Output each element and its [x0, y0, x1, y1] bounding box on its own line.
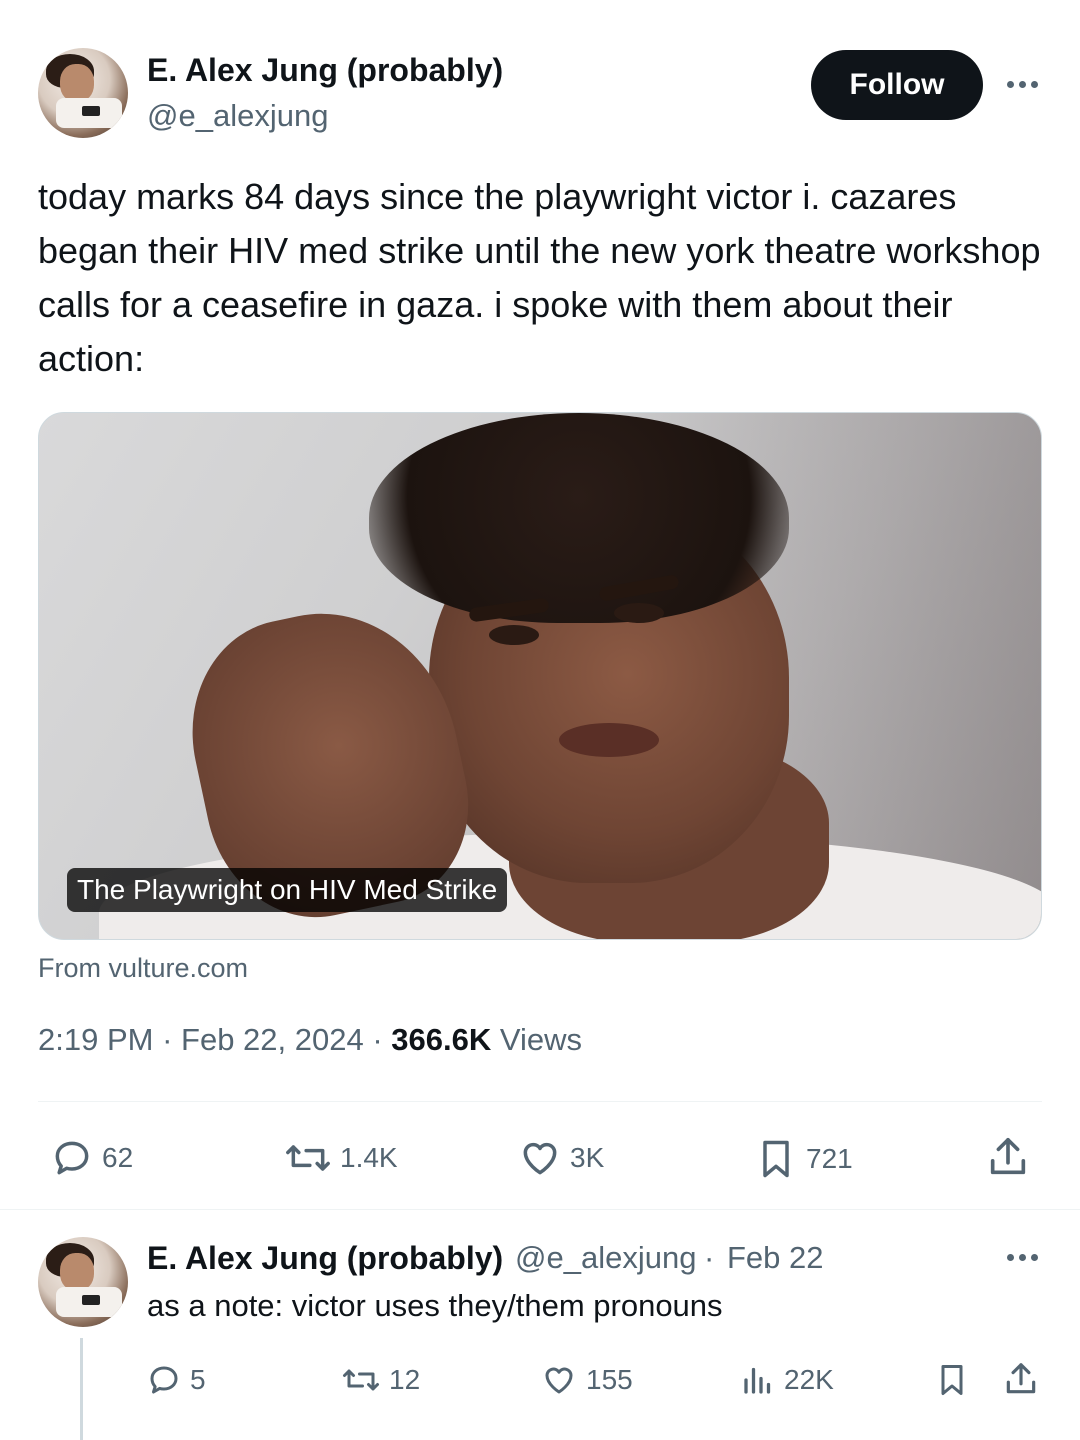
reply-author-handle[interactable]: @e_alexjung: [515, 1240, 696, 1276]
reply-icon: [150, 1366, 178, 1394]
repost-button[interactable]: 12: [341, 1362, 420, 1398]
repost-count: 1.4K: [340, 1142, 398, 1173]
repost-count: 12: [389, 1364, 421, 1395]
link-source[interactable]: From vulture.com: [38, 953, 248, 984]
reply-date[interactable]: Feb 22: [727, 1240, 824, 1276]
like-button[interactable]: 3K: [518, 1136, 604, 1180]
share-icon: [990, 1137, 1026, 1175]
share-button[interactable]: [985, 1134, 1031, 1185]
share-button[interactable]: [1002, 1360, 1040, 1403]
tweet-time[interactable]: 2:19 PM: [38, 1022, 153, 1057]
views-count: 366.6K: [391, 1022, 492, 1057]
tweet-meta: 2:19 PM · Feb 22, 2024 · 366.6K Views: [38, 1022, 583, 1057]
like-button[interactable]: 155: [540, 1362, 633, 1398]
divider: [0, 1209, 1080, 1210]
bookmark-button[interactable]: 721: [754, 1136, 853, 1182]
bookmark-button[interactable]: [934, 1361, 970, 1404]
thread-line: [80, 1338, 83, 1440]
views-label: Views: [499, 1022, 583, 1057]
link-card-image[interactable]: The Playwright on HIV Med Strike: [38, 412, 1042, 940]
reply-button[interactable]: 62: [50, 1136, 133, 1180]
more-icon[interactable]: [1007, 1254, 1038, 1261]
bookmark-icon: [763, 1140, 789, 1178]
author-handle[interactable]: @e_alexjung: [147, 98, 328, 134]
like-icon: [545, 1367, 573, 1394]
reply-count: 62: [102, 1142, 134, 1173]
bookmark-count: 721: [806, 1143, 853, 1174]
like-count: 155: [586, 1364, 633, 1395]
repost-button[interactable]: 1.4K: [284, 1136, 398, 1180]
views-count: 22K: [784, 1364, 834, 1395]
reply-author-name[interactable]: E. Alex Jung (probably): [147, 1240, 503, 1277]
reply-icon: [55, 1141, 89, 1175]
like-icon: [523, 1142, 557, 1175]
repost-icon: [286, 1145, 330, 1171]
follow-button[interactable]: Follow: [811, 50, 983, 120]
more-icon[interactable]: [1007, 81, 1038, 88]
like-count: 3K: [570, 1142, 605, 1173]
link-card-caption[interactable]: The Playwright on HIV Med Strike: [67, 868, 508, 912]
avatar[interactable]: [38, 1237, 128, 1327]
bookmark-icon: [941, 1365, 963, 1395]
reply-separator: ·: [704, 1240, 715, 1275]
divider: [38, 1101, 1042, 1102]
repost-icon: [343, 1369, 379, 1391]
tweet-text: today marks 84 days since the playwright…: [38, 176, 1041, 379]
share-icon: [1006, 1363, 1036, 1394]
avatar[interactable]: [38, 48, 128, 138]
views-button[interactable]: 22K: [740, 1362, 834, 1398]
views-icon: [744, 1367, 771, 1394]
reply-button[interactable]: 5: [146, 1362, 206, 1398]
tweet-date[interactable]: Feb 22, 2024: [181, 1022, 364, 1057]
author-name[interactable]: E. Alex Jung (probably): [147, 52, 503, 89]
reply-text: as a note: victor uses they/them pronoun…: [147, 1288, 723, 1323]
reply-count: 5: [190, 1364, 206, 1395]
